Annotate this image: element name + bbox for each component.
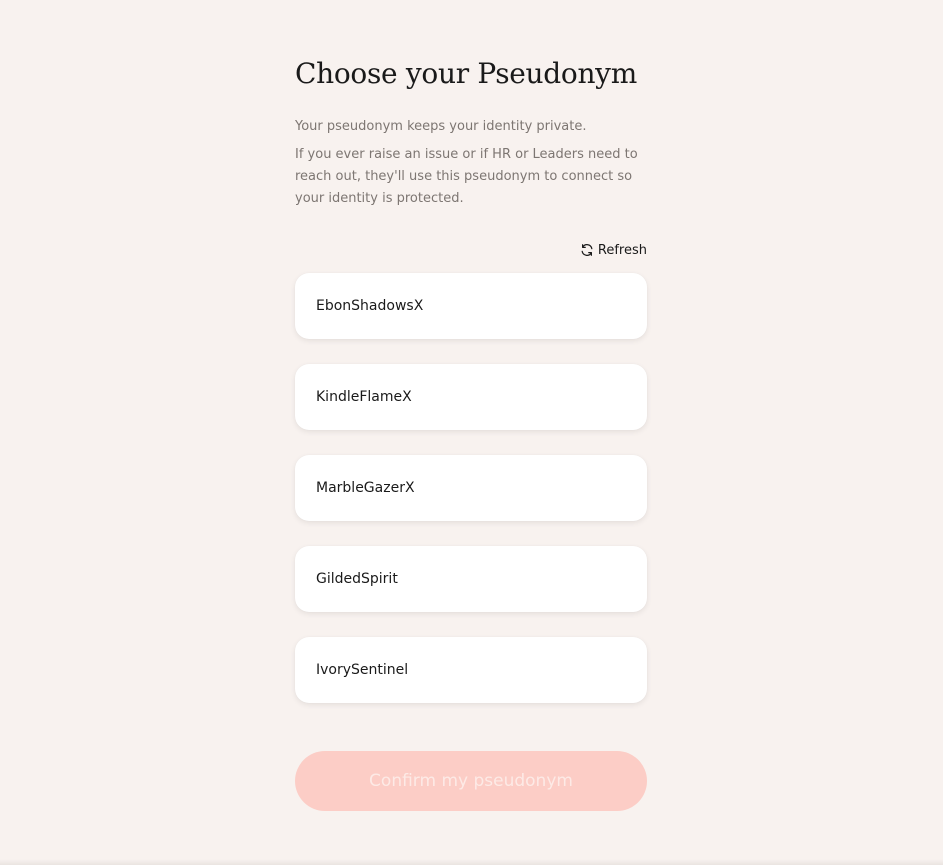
pseudonym-option[interactable]: MarbleGazerX (295, 455, 647, 521)
pseudonym-option-label: KindleFlameX (316, 389, 412, 405)
refresh-icon (580, 243, 594, 257)
pseudonym-options: EbonShadowsX KindleFlameX MarbleGazerX G… (295, 273, 647, 703)
confirm-pseudonym-button[interactable]: Confirm my pseudonym (295, 751, 647, 811)
refresh-button[interactable]: Refresh (580, 240, 647, 260)
bottom-edge-shadow (0, 859, 943, 865)
description: If you ever raise an issue or if HR or L… (295, 147, 638, 206)
pseudonym-option-label: GildedSpirit (316, 571, 398, 587)
pseudonym-option[interactable]: GildedSpirit (295, 546, 647, 612)
pseudonym-option[interactable]: KindleFlameX (295, 364, 647, 430)
refresh-row: Refresh (295, 240, 647, 260)
refresh-label: Refresh (597, 242, 647, 258)
page-title: Choose your Pseudonym (295, 57, 637, 90)
pseudonym-option-label: EbonShadowsX (316, 298, 424, 314)
pseudonym-option[interactable]: EbonShadowsX (295, 273, 647, 339)
subtitle: Your pseudonym keeps your identity priva… (295, 119, 587, 134)
pseudonym-panel: Choose your Pseudonym Your pseudonym kee… (295, 56, 647, 811)
pseudonym-option-label: IvorySentinel (316, 662, 409, 678)
pseudonym-option[interactable]: IvorySentinel (295, 637, 647, 703)
pseudonym-option-label: MarbleGazerX (316, 480, 415, 496)
